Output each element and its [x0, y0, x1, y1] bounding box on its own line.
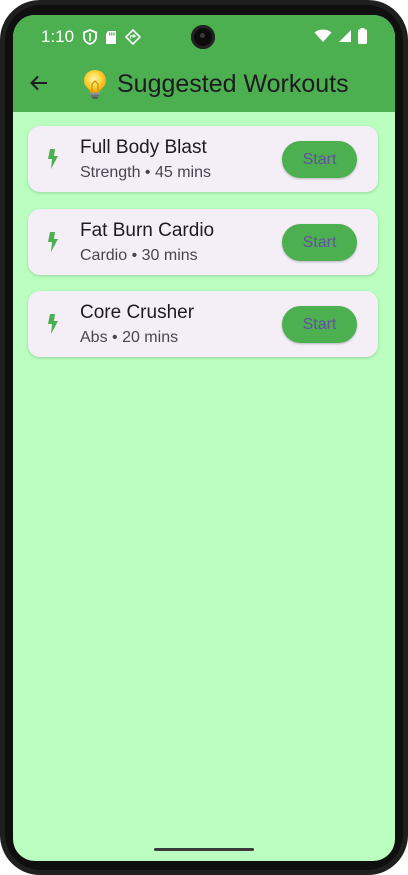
workout-meta: Cardio • 30 mins: [80, 247, 198, 264]
header-area: 1:10 Suggested Workouts: [13, 15, 395, 112]
status-right-icons: [314, 28, 367, 44]
bolt-icon: [48, 314, 58, 334]
workout-card-full-body-blast: Full Body Blast Strength • 45 mins Start: [28, 126, 378, 192]
page-title-text: Suggested Workouts: [117, 70, 349, 98]
screen: 1:10 Suggested Workouts Full Body Blast …: [13, 15, 395, 861]
bolt-icon: [48, 232, 58, 252]
workout-list: Full Body Blast Strength • 45 mins Start…: [13, 112, 395, 861]
front-camera: [191, 25, 215, 49]
start-button[interactable]: Start: [282, 306, 357, 343]
shield-icon: [83, 29, 97, 45]
start-button[interactable]: Start: [282, 224, 357, 261]
wifi-icon: [314, 29, 332, 43]
workout-name: Fat Burn Cardio: [80, 220, 215, 241]
bolt-icon: [48, 149, 58, 169]
workout-card-fat-burn-cardio: Fat Burn Cardio Cardio • 30 mins Start: [28, 209, 378, 275]
back-arrow-icon: [30, 75, 47, 91]
workout-card-core-crusher: Core Crusher Abs • 20 mins Start: [28, 291, 378, 357]
status-bar: 1:10: [13, 15, 395, 59]
start-button[interactable]: Start: [282, 141, 357, 178]
lightbulb-icon: [81, 68, 109, 100]
app-bar: Suggested Workouts: [13, 59, 395, 112]
back-button[interactable]: [23, 67, 55, 99]
workout-name: Full Body Blast: [80, 137, 207, 158]
page-title: Suggested Workouts: [81, 68, 349, 100]
signal-icon: [338, 29, 352, 43]
home-gesture-bar[interactable]: [154, 848, 254, 851]
workout-name: Core Crusher: [80, 302, 195, 323]
sd-card-icon: [105, 30, 117, 45]
status-left-icons: [83, 29, 141, 45]
status-time: 1:10: [41, 27, 75, 46]
location-icon: [125, 29, 141, 45]
workout-meta: Strength • 45 mins: [80, 164, 211, 181]
battery-icon: [358, 28, 367, 44]
device-frame: 1:10 Suggested Workouts Full Body Blast …: [0, 0, 408, 875]
workout-meta: Abs • 20 mins: [80, 329, 179, 346]
